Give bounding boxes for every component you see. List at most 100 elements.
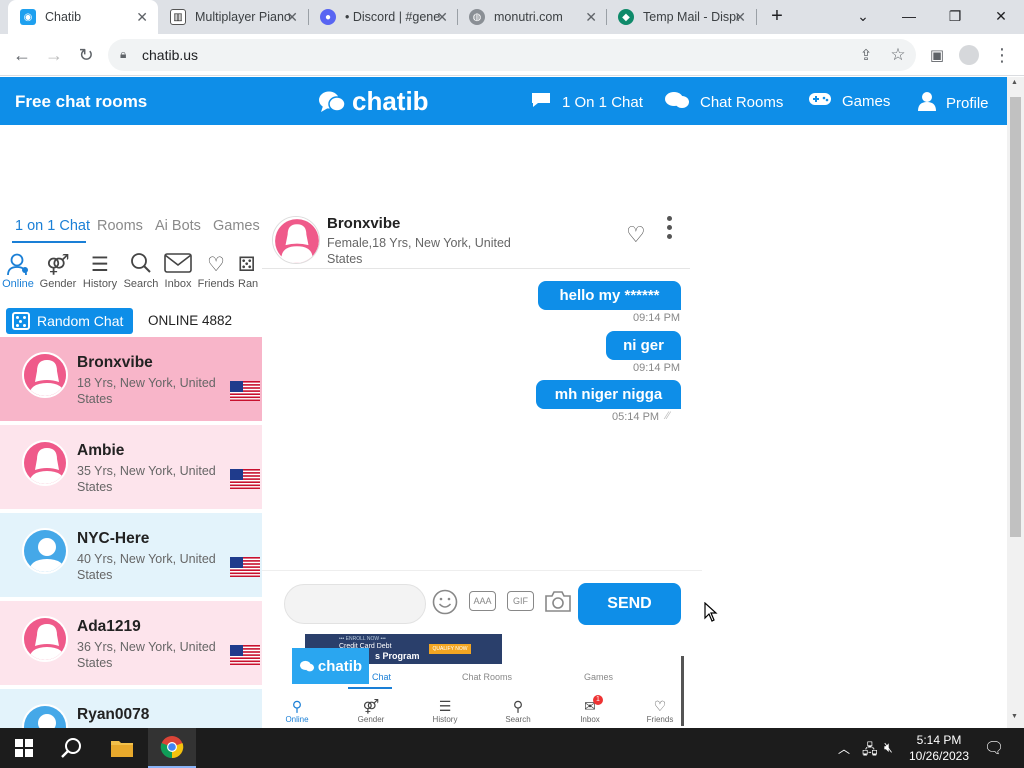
minimize-button[interactable]: —	[886, 0, 932, 32]
gamepad-icon	[808, 91, 832, 112]
dice-icon	[12, 312, 30, 330]
address-bar[interactable]: 🔒︎ chatib.us	[108, 39, 916, 71]
page-scrollbar[interactable]: ▲ ▼	[1007, 77, 1024, 728]
female-avatar-icon[interactable]	[272, 216, 320, 264]
user-list-item[interactable]: Bronxvibe 18 Yrs, New York, United State…	[0, 337, 262, 421]
browser-tab-chatib[interactable]: ◉ Chatib ✕	[8, 0, 158, 34]
close-tab-icon[interactable]: ✕	[286, 9, 298, 26]
add-friend-heart-icon[interactable]: ♡	[626, 222, 646, 248]
browser-tab-monutri[interactable]: ◍ monutri.com ✕	[457, 0, 607, 34]
browser-tab-piano[interactable]: ▥ Multiplayer Piano ✕	[158, 0, 308, 34]
tab-games[interactable]: Games	[213, 218, 260, 234]
logo-text: chatib	[352, 86, 429, 116]
user-list-item[interactable]: Ada1219 36 Yrs, New York, United States	[0, 601, 262, 685]
camera-icon[interactable]	[544, 589, 572, 619]
nav-profile[interactable]: Profile	[918, 91, 989, 116]
filter-search[interactable]: Search	[121, 252, 161, 290]
network-icon[interactable]: 🖧︎	[862, 739, 878, 763]
user-list-item[interactable]: Ryan0078	[0, 689, 262, 728]
tab-separator	[756, 9, 757, 25]
tab-search-icon[interactable]: ⌄	[840, 0, 886, 32]
restore-button[interactable]: ❐	[932, 0, 978, 32]
chat-bubbles-icon	[664, 91, 690, 114]
preview-friends: ♡ Friends	[646, 698, 674, 724]
list-icon: ☰	[91, 254, 109, 276]
chatib-favicon-icon: ◉	[20, 9, 36, 25]
notifications-icon[interactable]: 🗨︎	[984, 738, 1004, 758]
system-clock[interactable]: 5:14 PM 10/26/2023	[900, 732, 978, 764]
scrollbar-thumb[interactable]	[1010, 97, 1021, 537]
filter-friends[interactable]: ♡ Friends	[197, 252, 235, 290]
back-arrow-icon[interactable]: ←	[9, 42, 35, 68]
mobile-preview: ••• ENROLL NOW ••• Credit Card Debt s Pr…	[276, 634, 686, 728]
browser-menu-icon[interactable]: ⋮	[989, 42, 1015, 68]
nav-games[interactable]: Games	[808, 91, 890, 112]
filter-online[interactable]: Online	[0, 252, 36, 290]
tab-rooms[interactable]: Rooms	[97, 218, 143, 234]
logo-bubbles-icon	[319, 91, 346, 112]
message-input[interactable]	[284, 584, 426, 624]
speech-bubble-icon	[530, 91, 552, 114]
close-tab-icon[interactable]: ✕	[136, 9, 148, 26]
volume-muted-icon[interactable]: 🔇︎	[884, 739, 893, 756]
preview-tab-underline	[348, 687, 392, 689]
preview-tab-rooms: Chat Rooms	[462, 672, 513, 682]
filter-history[interactable]: ☰ History	[80, 252, 120, 290]
browser-toolbar: ← → ↻ 🔒︎ chatib.us ⇪ ☆ ▣ ⋮	[0, 34, 1024, 76]
browser-tab-discord[interactable]: ● • Discord | #general ✕	[308, 0, 458, 34]
send-button[interactable]: SEND	[578, 583, 681, 625]
female-avatar-icon	[22, 616, 68, 662]
tab-ai-bots[interactable]: Ai Bots	[155, 218, 201, 234]
heart-icon: ♡	[207, 254, 225, 276]
file-explorer-icon[interactable]	[98, 728, 146, 768]
user-list-item[interactable]: Ambie 35 Yrs, New York, United States	[0, 425, 262, 509]
random-chat-button[interactable]: Random Chat	[6, 308, 133, 334]
message-time: 09:14 PM	[633, 362, 681, 374]
preview-tab-chat: Chat	[372, 672, 392, 682]
message-bubble: ni ger	[606, 331, 681, 360]
user-list-item[interactable]: NYC-Here 40 Yrs, New York, United States	[0, 513, 262, 597]
share-icon[interactable]: ⇪	[853, 42, 879, 68]
chatib-logo[interactable]: chatib	[318, 86, 429, 117]
close-tab-icon[interactable]: ✕	[585, 9, 597, 26]
free-chat-rooms-title[interactable]: Free chat rooms	[15, 92, 147, 112]
preview-tab-games: Games	[584, 672, 614, 682]
tab-one-on-one-chat[interactable]: 1 on 1 Chat	[15, 218, 90, 234]
reload-icon[interactable]: ↻	[73, 42, 99, 68]
scroll-down-arrow-icon[interactable]: ▼	[1011, 713, 1018, 720]
chat-partner-info: Female,18 Yrs, New York, United States	[327, 236, 511, 266]
discord-favicon-icon: ●	[320, 9, 336, 25]
windows-start-icon[interactable]	[0, 728, 48, 768]
us-flag-icon	[230, 557, 260, 577]
online-person-icon	[0, 252, 36, 278]
chrome-taskbar-icon[interactable]	[148, 728, 196, 768]
browser-tab-strip: ◉ Chatib ✕ ▥ Multiplayer Piano ✕ ● • Dis…	[0, 0, 1024, 34]
female-avatar-icon	[22, 440, 68, 486]
more-options-icon[interactable]	[667, 216, 675, 243]
forward-arrow-icon[interactable]: →	[41, 42, 67, 68]
tray-chevron-icon[interactable]: ︿	[838, 740, 850, 757]
nav-one-on-one-chat[interactable]: 1 On 1 Chat	[530, 91, 643, 114]
active-tab-indicator	[12, 241, 86, 243]
close-tab-icon[interactable]: ✕	[436, 9, 448, 26]
filter-gender[interactable]: ⚤ Gender	[38, 252, 78, 290]
chat-panel: Bronxvibe Female,18 Yrs, New York, Unite…	[262, 214, 702, 728]
close-tab-icon[interactable]: ✕	[734, 9, 746, 26]
side-panel-icon[interactable]: ▣	[924, 42, 950, 68]
bookmark-star-icon[interactable]: ☆	[885, 42, 911, 68]
text-style-button[interactable]: AAA	[469, 591, 496, 611]
us-flag-icon	[230, 381, 260, 401]
filter-inbox[interactable]: Inbox	[160, 252, 196, 290]
filter-random[interactable]: ⚄ Ran	[238, 252, 262, 290]
profile-avatar-icon[interactable]	[956, 42, 982, 68]
scroll-up-arrow-icon[interactable]: ▲	[1011, 79, 1018, 86]
close-window-button[interactable]: ✕	[978, 0, 1024, 32]
new-tab-button[interactable]: +	[760, 0, 794, 32]
user-filter-icon-row: Online ⚤ Gender ☰ History Search Inbox ♡…	[0, 252, 262, 300]
emoji-icon[interactable]	[432, 589, 458, 621]
taskbar-search-icon[interactable]	[48, 728, 96, 768]
nav-chat-rooms[interactable]: Chat Rooms	[664, 91, 783, 114]
browser-tab-tempmail[interactable]: ◆ Temp Mail - Disposable ✕	[606, 0, 756, 34]
gif-button[interactable]: GIF	[507, 591, 534, 611]
male-avatar-icon	[22, 704, 68, 728]
